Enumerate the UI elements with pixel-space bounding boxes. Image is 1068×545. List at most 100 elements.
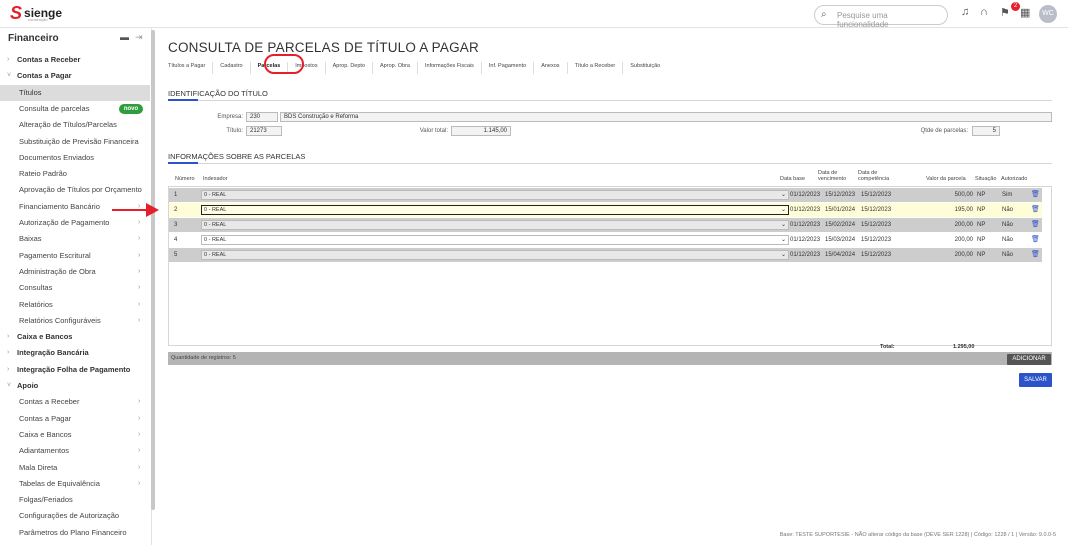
- empresa-name-field[interactable]: BDS Construção e Reforma: [280, 112, 1052, 122]
- sidebar-item[interactable]: Substituição de Previsão Financeira: [0, 134, 150, 150]
- trash-icon[interactable]: 🗑: [1031, 250, 1040, 259]
- sidebar-item[interactable]: Integração Folha de Pagamento ›: [0, 362, 150, 378]
- sidebar-item[interactable]: Administração de Obra ›: [0, 264, 150, 280]
- empresa-code-field[interactable]: 230: [246, 112, 278, 122]
- trash-icon[interactable]: 🗑: [1031, 205, 1040, 214]
- trash-icon[interactable]: 🗑: [1031, 190, 1040, 199]
- sienge-logo[interactable]: S sienge construção: [10, 4, 62, 22]
- table-row[interactable]: 1 0 - REAL ⌄ 01/12/2023 15/12/2023 15/12/2023…: [169, 188, 1042, 202]
- sidebar-item-label: Folgas/Feriados: [19, 495, 73, 505]
- chevron-right-icon: ›: [138, 235, 141, 243]
- sidebar-item-label: Mala Direta: [19, 462, 58, 472]
- tab-item[interactable]: Aprop. Depto: [326, 62, 374, 74]
- trash-icon[interactable]: 🗑: [1031, 220, 1040, 229]
- sidebar-item[interactable]: Mala Direta ›: [0, 460, 150, 476]
- indexador-select[interactable]: 0 - REAL ⌄: [201, 235, 789, 245]
- sidebar-item[interactable]: Configurações de Autorização: [0, 508, 150, 524]
- chevron-right-icon: ›: [138, 267, 141, 275]
- valor-total-label: Valor total:: [419, 128, 448, 134]
- pin-icon[interactable]: ⇥: [135, 32, 143, 43]
- sidebar-item-label: Autorização de Pagamento: [19, 218, 110, 227]
- chevron-down-icon: ˅: [7, 382, 12, 389]
- apps-grid-icon[interactable]: ▦: [1020, 6, 1030, 19]
- titulo-field[interactable]: 21273: [246, 126, 282, 136]
- valor-total-field[interactable]: 1.145,00: [451, 126, 511, 136]
- sidebar-item-label: Rateio Padrão: [19, 169, 67, 179]
- save-button[interactable]: SALVAR: [1019, 373, 1052, 387]
- autorizado: Não: [1002, 207, 1014, 213]
- sidebar-item[interactable]: Contas a Pagar ˅: [0, 68, 150, 84]
- sidebar-item[interactable]: Folgas/Feriados: [0, 492, 150, 508]
- table-row[interactable]: 3 0 - REAL ⌄ 01/12/2023 15/02/2024 15/12/2023…: [169, 218, 1042, 232]
- table-row[interactable]: 2 0 - REAL ⌄ 01/12/2023 15/01/2024 15/12/2023…: [169, 203, 1042, 217]
- row-number: 2: [174, 207, 178, 213]
- sidebar-item[interactable]: Alteração de Títulos/Parcelas: [0, 117, 150, 133]
- bell-icon[interactable]: ♫: [961, 6, 969, 18]
- sidebar-item[interactable]: Integração Bancária ›: [0, 345, 150, 361]
- search-input[interactable]: ⌕ Pesquise uma funcionalidade: [814, 5, 948, 29]
- sidebar-item[interactable]: Contas a Receber ›: [0, 394, 150, 410]
- indexador-select[interactable]: 0 - REAL ⌄: [201, 250, 789, 260]
- sidebar-item[interactable]: Rateio Padrão: [0, 166, 150, 182]
- table-row[interactable]: 5 0 - REAL ⌄ 01/12/2023 15/04/2024 15/12/2023…: [169, 248, 1042, 262]
- sidebar-item[interactable]: Baixas ›: [0, 231, 150, 247]
- row-number: 4: [174, 237, 178, 243]
- sidebar-item-label: Títulos: [19, 87, 42, 97]
- total-value: 1.295,00: [953, 344, 975, 350]
- col-data-competencia: Data de competência: [858, 170, 890, 182]
- divider: [168, 100, 1052, 101]
- gift-icon[interactable]: ⚑: [1000, 6, 1010, 19]
- sidebar-item[interactable]: Caixa e Bancos ›: [0, 329, 150, 345]
- qtde-parcelas-field[interactable]: 5: [972, 126, 1000, 136]
- sidebar-item[interactable]: Adiantamentos ›: [0, 443, 150, 459]
- section-title: IDENTIFICAÇÃO DO TÍTULO: [168, 89, 268, 98]
- sidebar-item-label: Financiamento Bancário: [19, 201, 100, 211]
- chevron-right-icon: ›: [138, 300, 141, 308]
- data-base: 01/12/2023: [790, 252, 821, 258]
- tab-item[interactable]: Título a Receber: [568, 62, 624, 74]
- tab-item[interactable]: Cadastro: [213, 62, 251, 74]
- sidebar-item[interactable]: Pagamento Escritural ›: [0, 248, 150, 264]
- sidebar-item[interactable]: Contas a Receber ›: [0, 52, 150, 68]
- row-number: 5: [174, 252, 178, 258]
- tab-item[interactable]: Anexos: [534, 62, 568, 74]
- sidebar-item-label: Caixa e Bancos: [17, 332, 73, 342]
- headset-icon[interactable]: ∩: [980, 6, 988, 18]
- sidebar-scrollbar[interactable]: [151, 30, 155, 510]
- sidebar-item[interactable]: Caixa e Bancos ›: [0, 427, 150, 443]
- tab-item[interactable]: Inf. Pagamento: [482, 62, 535, 74]
- sidebar-item[interactable]: Contas a Pagar ›: [0, 411, 150, 427]
- data-vencimento: 15/03/2024: [825, 237, 856, 243]
- sidebar-item[interactable]: Aprovação de Títulos por Orçamento: [0, 182, 150, 198]
- collapse-sidebar-icon[interactable]: ▬: [120, 32, 129, 42]
- trash-icon[interactable]: 🗑: [1031, 235, 1040, 244]
- add-button[interactable]: ADICIONAR: [1007, 354, 1051, 365]
- valor-parcela: 200,00: [954, 222, 973, 228]
- sidebar-item[interactable]: Consulta de parcelas novo: [0, 101, 150, 117]
- sidebar-item[interactable]: Relatórios ›: [0, 297, 150, 313]
- indexador-select[interactable]: 0 - REAL ⌄: [201, 205, 789, 215]
- sidebar-item[interactable]: Tabelas de Equivalência ›: [0, 476, 150, 492]
- chevron-right-icon: ›: [138, 463, 141, 471]
- tab-item[interactable]: Títulos a Pagar: [168, 62, 214, 74]
- tab-item[interactable]: Aprop. Obra: [373, 62, 418, 74]
- sidebar-item[interactable]: Apoio ˅: [0, 378, 150, 394]
- avatar[interactable]: WC: [1039, 5, 1057, 23]
- sidebar-item[interactable]: Parâmetros do Plano Financeiro: [0, 525, 150, 541]
- data-vencimento: 15/12/2023: [825, 192, 856, 198]
- indexador-value: 0 - REAL: [204, 222, 227, 228]
- total-row: Total: 1.295,00: [168, 342, 1052, 352]
- chevron-down-icon: ⌄: [780, 237, 786, 243]
- sidebar-item[interactable]: Títulos: [0, 84, 150, 101]
- table-row[interactable]: 4 0 - REAL ⌄ 01/12/2023 15/03/2024 15/12/2023…: [169, 233, 1042, 247]
- sidebar-item-label: Substituição de Previsão Financeira: [19, 136, 139, 146]
- indexador-select[interactable]: 0 - REAL ⌄: [201, 190, 789, 200]
- sidebar-item[interactable]: Relatórios Configuráveis ›: [0, 313, 150, 329]
- sidebar-item[interactable]: Consultas ›: [0, 280, 150, 296]
- sidebar-item[interactable]: Documentos Enviados: [0, 150, 150, 166]
- tab-item[interactable]: Informações Fiscais: [418, 62, 482, 74]
- indexador-select[interactable]: 0 - REAL ⌄: [201, 220, 789, 230]
- tab-item[interactable]: Substituição: [623, 62, 667, 74]
- chevron-right-icon: ›: [138, 316, 141, 324]
- sidebar-item-label: Tabelas de Equivalência: [19, 478, 100, 488]
